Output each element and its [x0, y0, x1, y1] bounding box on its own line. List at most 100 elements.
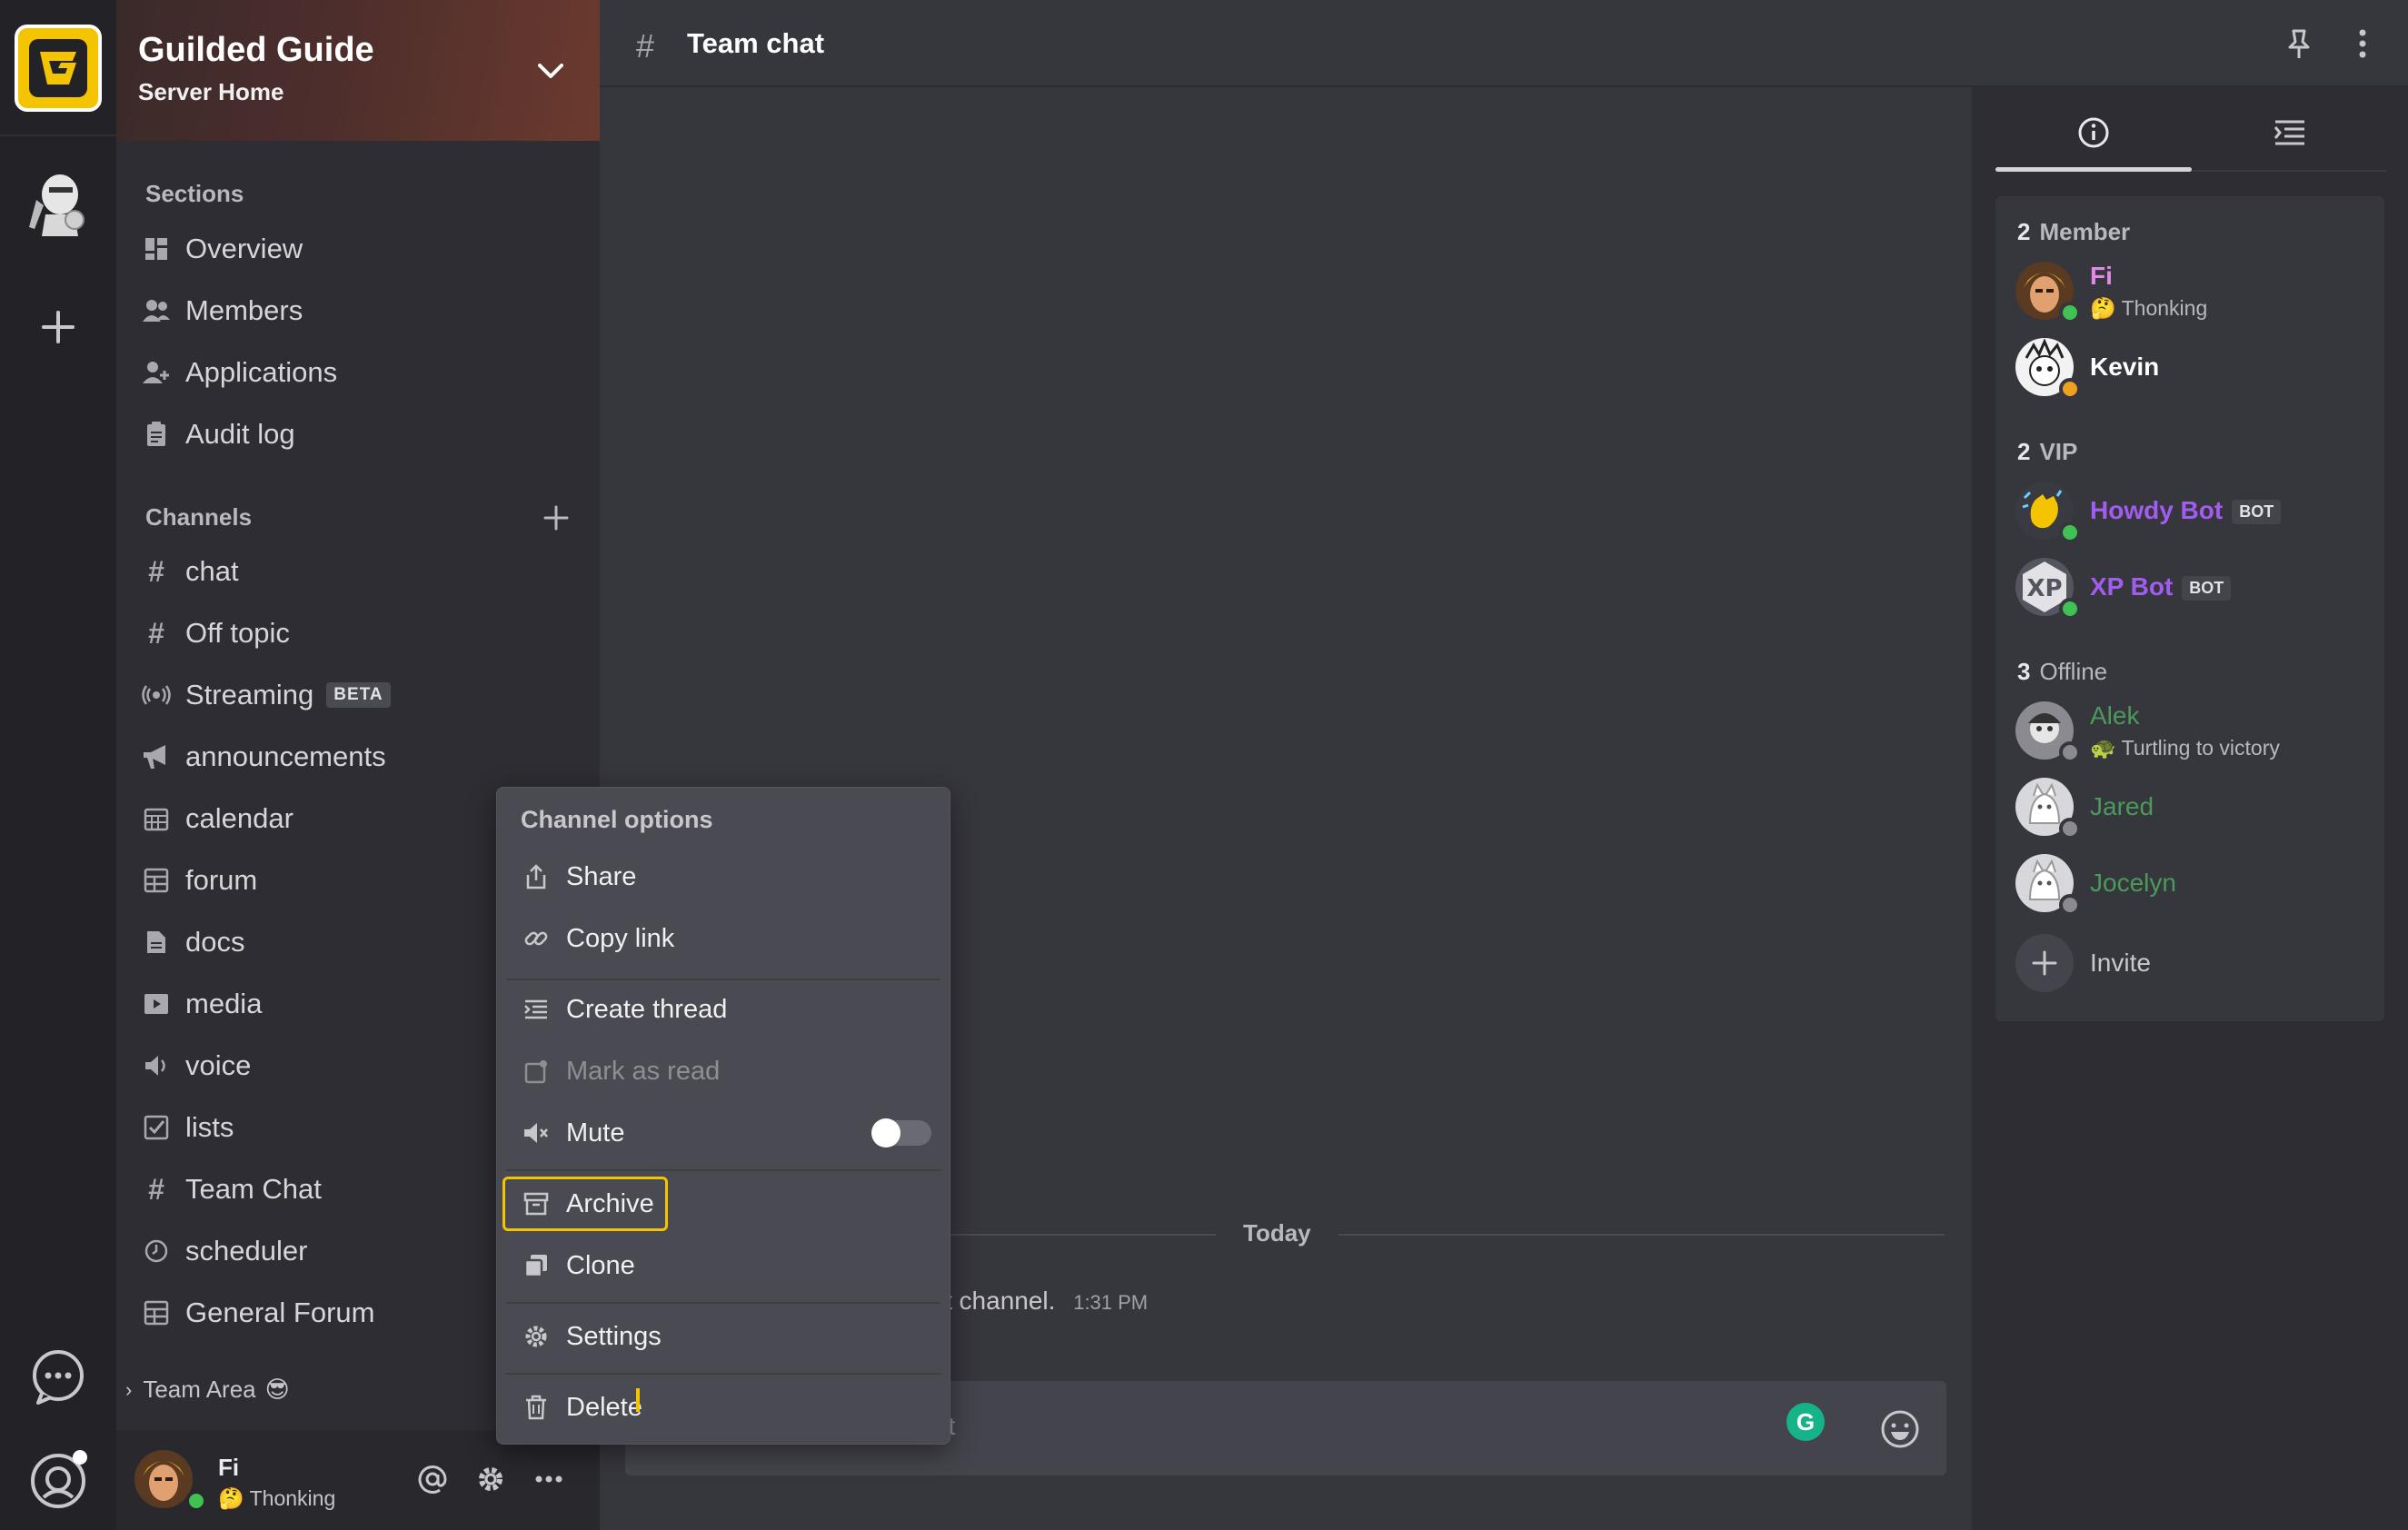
add-channel-icon[interactable] [542, 503, 571, 532]
more-options-icon[interactable] [532, 1463, 565, 1495]
invite-button[interactable]: Invite [2015, 934, 2379, 998]
sidebar-item-members[interactable]: Members [142, 285, 578, 336]
user-actions [416, 1463, 565, 1495]
sidebar-item-overview[interactable]: Overview [142, 224, 578, 274]
menu-divider [506, 979, 940, 980]
member-name-text: Howdy Bot [2090, 496, 2224, 524]
channel-label: lists [185, 1111, 234, 1143]
rail-divider [0, 134, 116, 136]
chevron-down-icon[interactable] [534, 55, 567, 87]
grammarly-icon[interactable]: G [1786, 1403, 1825, 1441]
system-message: t channel. 1:31 PM [945, 1287, 1148, 1316]
menu-item-copy-link[interactable]: Copy link [502, 911, 944, 966]
forum-icon [142, 866, 171, 895]
menu-item-share[interactable]: Share [502, 849, 944, 904]
member-alek[interactable]: Alek 🐢 Turtling to victory [2015, 701, 2379, 765]
member-fi[interactable]: Fi 🤔 Thonking [2015, 262, 2379, 325]
presence-status-icon[interactable] [24, 1445, 93, 1514]
menu-item-label: Settings [566, 1321, 662, 1351]
member-jared[interactable]: Jared [2015, 778, 2379, 841]
status-emoji: 🐢 [2090, 736, 2116, 760]
group-heading-vip: 2 VIP [2017, 438, 2077, 466]
thread-icon [522, 996, 550, 1023]
clipboard-icon [142, 420, 171, 449]
sections-heading: Sections [145, 180, 244, 207]
online-status-dot [2059, 302, 2081, 323]
channel-label: Streaming [185, 679, 314, 710]
member-name: Jocelyn [2090, 869, 2176, 897]
group-heading-offline: 3 Offline [2017, 658, 2107, 686]
channel-item-chat[interactable]: # chat [142, 546, 578, 597]
add-server-icon[interactable] [31, 300, 85, 354]
channel-label: chat [185, 555, 239, 587]
member-list: 2 Member Fi 🤔 Thonking Kevin 2 VIP Howdy… [1995, 196, 2384, 1021]
direct-messages-icon[interactable] [25, 1345, 91, 1410]
group-count: 3 [2017, 658, 2031, 685]
thread-list-icon[interactable] [2272, 114, 2308, 151]
member-jocelyn[interactable]: Jocelyn [2015, 854, 2379, 918]
avatar[interactable] [134, 1450, 193, 1508]
channel-label: General Forum [185, 1297, 375, 1328]
member-xp-bot[interactable]: XP XP Bot BOT [2015, 558, 2379, 621]
sidebar-item-audit-log[interactable]: Audit log [142, 409, 578, 460]
status-emoji: 🤔 [2090, 296, 2116, 320]
guilded-logo-icon[interactable] [15, 25, 102, 112]
hash-icon: # [148, 616, 164, 650]
offline-status-dot [2059, 894, 2081, 916]
online-status-dot [2059, 522, 2081, 543]
offline-status-dot [2059, 741, 2081, 763]
offline-status-dot [2059, 818, 2081, 840]
mute-toggle[interactable] [871, 1118, 931, 1148]
menu-item-mute[interactable]: Mute [502, 1106, 944, 1160]
server-subtitle: Server Home [138, 78, 284, 105]
emoji-icon[interactable] [1879, 1408, 1921, 1450]
server-knight-icon[interactable] [18, 164, 98, 243]
plus-icon [2015, 934, 2074, 992]
day-label: Today [1216, 1219, 1338, 1247]
channel-item-announcements[interactable]: announcements [142, 731, 578, 782]
menu-item-create-thread[interactable]: Create thread [502, 982, 944, 1037]
channel-label: docs [185, 926, 245, 958]
pin-icon[interactable] [2281, 25, 2317, 62]
member-howdy-bot[interactable]: Howdy Bot BOT [2015, 482, 2379, 545]
message-text: t channel. [945, 1287, 1056, 1315]
invite-label: Invite [2090, 949, 2151, 977]
channel-options-menu: Channel options Share Copy link Create t… [496, 787, 950, 1445]
share-icon [522, 863, 550, 890]
channel-item-streaming[interactable]: Streaming BETA [142, 670, 578, 720]
applications-icon [142, 358, 171, 387]
group-title: Member [2039, 218, 2131, 245]
text-cursor [636, 1388, 640, 1412]
menu-item-label: Mark as read [566, 1056, 721, 1086]
server-header[interactable]: Guilded Guide Server Home [116, 0, 600, 141]
team-area-group[interactable]: › Team Area 😎 [125, 1376, 290, 1404]
idle-status-dot [2059, 378, 2081, 400]
online-status-dot [185, 1490, 207, 1512]
trash-icon [522, 1394, 550, 1421]
menu-item-label: Copy link [566, 923, 675, 953]
sidebar-item-label: Audit log [185, 418, 295, 450]
channel-label: scheduler [185, 1235, 308, 1267]
channel-item-off-topic[interactable]: # Off topic [142, 608, 578, 659]
day-divider [949, 1234, 1945, 1236]
forum-icon [142, 1298, 171, 1327]
bot-badge: BOT [2182, 576, 2232, 601]
member-name: XP Bot BOT [2090, 572, 2232, 601]
menu-item-label: Delete [566, 1392, 642, 1422]
channel-label: Off topic [185, 617, 290, 649]
sidebar-item-applications[interactable]: Applications [142, 347, 578, 398]
broadcast-icon [142, 681, 171, 710]
channels-heading: Channels [145, 503, 253, 531]
clock-icon [142, 1237, 171, 1266]
member-kevin[interactable]: Kevin [2015, 338, 2379, 402]
menu-item-settings[interactable]: Settings [502, 1309, 944, 1364]
menu-divider [506, 1302, 940, 1304]
gear-icon[interactable] [474, 1463, 507, 1495]
current-user-name: Fi [218, 1454, 240, 1481]
menu-item-clone[interactable]: Clone [502, 1238, 944, 1293]
mentions-icon[interactable] [416, 1463, 449, 1495]
menu-item-archive[interactable]: Archive [502, 1177, 668, 1231]
info-icon[interactable] [2075, 114, 2112, 151]
more-vertical-icon[interactable] [2344, 25, 2381, 62]
menu-item-delete[interactable]: Delete [502, 1380, 944, 1435]
